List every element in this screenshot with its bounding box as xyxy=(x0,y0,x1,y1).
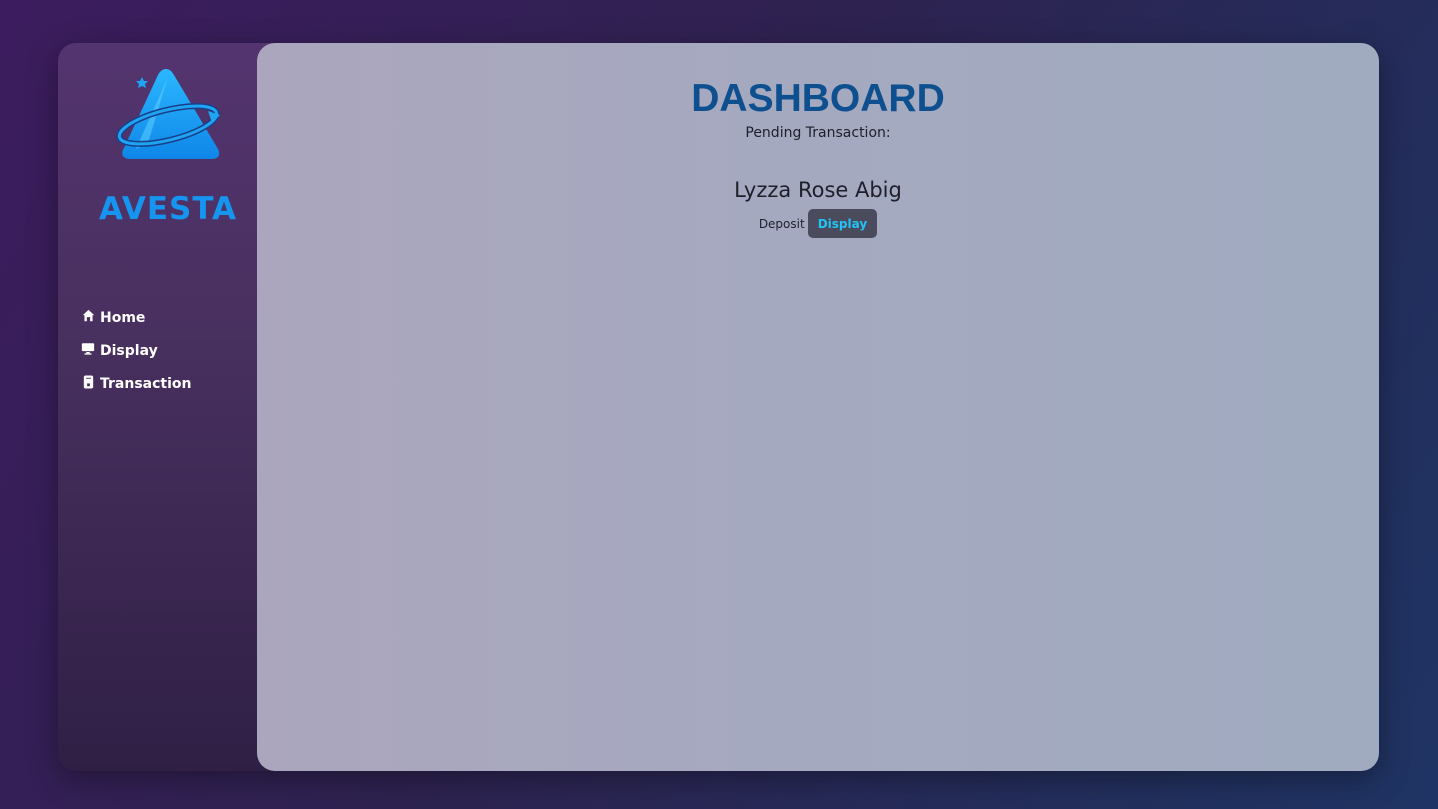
transaction-user-name: Lyzza Rose Abig xyxy=(734,178,902,202)
phone-icon xyxy=(81,374,95,389)
sidebar-item-label: Transaction xyxy=(100,375,192,392)
display-transaction-button[interactable]: Display xyxy=(807,209,878,238)
transaction-type: Deposit xyxy=(758,216,805,231)
sidebar-item-home[interactable]: Home xyxy=(81,301,271,334)
sidebar-nav: Home Display Transaction xyxy=(81,301,271,400)
sidebar-item-label: Home xyxy=(100,309,146,326)
app-window: AVESTA Home Display Transaction DASHBOAR… xyxy=(58,43,1379,771)
pending-transaction-heading: Pending Transaction: xyxy=(745,125,891,141)
sidebar-item-transaction[interactable]: Transaction xyxy=(81,367,271,400)
brand-name: AVESTA xyxy=(98,191,238,227)
page-title: DASHBOARD xyxy=(691,77,945,120)
brand-logo: AVESTA xyxy=(98,65,238,227)
home-icon xyxy=(81,309,95,323)
sidebar-item-label: Display xyxy=(100,342,158,359)
main-panel: DASHBOARD Pending Transaction: Lyzza Ros… xyxy=(257,43,1379,771)
sidebar: AVESTA Home Display Transaction xyxy=(58,43,288,771)
sidebar-item-display[interactable]: Display xyxy=(81,334,271,367)
monitor-icon xyxy=(81,342,95,356)
avesta-triangle-logo-icon xyxy=(116,69,220,159)
transaction-row: Deposit Display xyxy=(257,209,1379,238)
